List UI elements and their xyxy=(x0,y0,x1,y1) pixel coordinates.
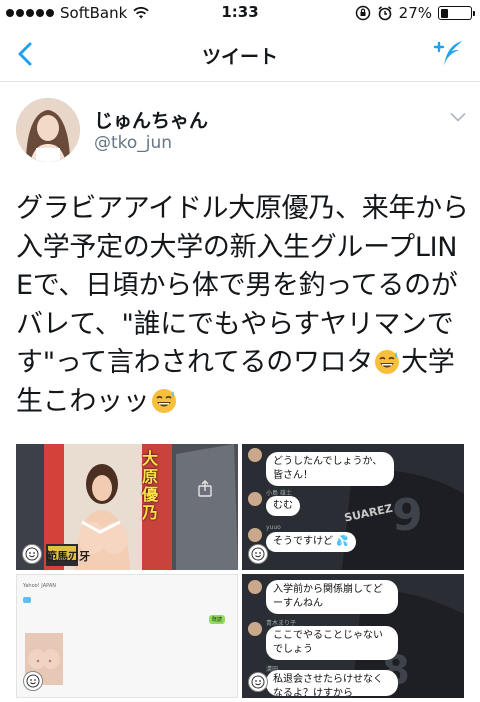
chat-sender-name: yuuo xyxy=(266,524,281,531)
sweat-smile-emoji-icon xyxy=(375,350,400,374)
chevron-down-icon[interactable] xyxy=(450,112,466,122)
user-handle[interactable]: @tko_jun xyxy=(94,133,172,153)
battery-icon xyxy=(438,6,475,20)
user-avatar[interactable] xyxy=(16,98,80,162)
alarm-icon xyxy=(378,6,392,21)
chat-avatar xyxy=(248,448,262,462)
chat-reply: 既読 xyxy=(209,615,226,624)
media-photo-magazine[interactable]: 大原優乃 範馬刃牙 xyxy=(16,444,238,570)
chat-avatar xyxy=(248,622,262,636)
chat-message-text: そうですけど xyxy=(273,536,333,547)
chat-avatar xyxy=(248,492,262,506)
magazine-cover-text: 範馬刃牙 xyxy=(46,550,90,563)
sticker-icon xyxy=(23,597,31,603)
status-bar: SoftBank 1:33 27% xyxy=(0,0,480,26)
tweet-text: グラビアアイドル大原優乃、来年から入学予定の大学の新入生グループLINEで、日頃… xyxy=(16,190,472,421)
svg-text:9: 9 xyxy=(392,490,423,541)
compose-tweet-icon[interactable] xyxy=(432,38,466,70)
page-title: ツイート xyxy=(201,46,278,68)
chat-message: ここでやることじゃないでしょう xyxy=(266,626,398,660)
orientation-lock-icon xyxy=(355,5,370,21)
video-badge-icon xyxy=(23,671,43,691)
battery-level-fill xyxy=(440,8,449,18)
chat-avatar xyxy=(248,580,262,594)
chat-message: むむ xyxy=(266,496,300,516)
sweat-smile-emoji-icon xyxy=(151,388,176,413)
avatar-photo xyxy=(16,98,80,162)
battery-percent: 27% xyxy=(398,4,432,22)
display-name[interactable]: じゅんちゃん xyxy=(94,106,208,133)
chat-message: 私退会させたらけせなくなるよ？けすから xyxy=(266,670,398,696)
chat-message: そうですけど 💦 xyxy=(266,532,356,552)
magazine-title: 大原優乃 xyxy=(142,449,159,522)
media-grid: 大原優乃 範馬刃牙 9 SUAREZ どうしたんでしょうか、皆さん！ 小島 雄士… xyxy=(16,444,464,698)
media-photo-chat-1[interactable]: 9 SUAREZ どうしたんでしょうか、皆さん！ 小島 雄士 むむ yuuo そ… xyxy=(242,444,464,570)
sweat-drops-icon: 💦 xyxy=(336,536,349,547)
media-photo-chat-2[interactable]: Yahoo! JAPAN 既読 xyxy=(16,574,238,698)
chat-message: どうしたんでしょうか、皆さん！ xyxy=(266,452,394,486)
status-right: 27% xyxy=(355,4,475,22)
chat-message: 入学前から関係崩してどーすんねん xyxy=(266,580,398,614)
video-badge-icon xyxy=(248,544,268,564)
video-badge-icon xyxy=(22,544,42,564)
video-badge-icon xyxy=(248,672,268,692)
nav-bar: ツイート xyxy=(0,26,480,82)
chat-avatar xyxy=(248,528,262,542)
media-photo-chat-3[interactable]: 8 入学前から関係崩してどーすんねん 青木まり子 ここでやることじゃないでしょう… xyxy=(242,574,464,698)
chat-header-text: Yahoo! JAPAN xyxy=(23,583,56,589)
share-icon[interactable] xyxy=(196,480,214,498)
